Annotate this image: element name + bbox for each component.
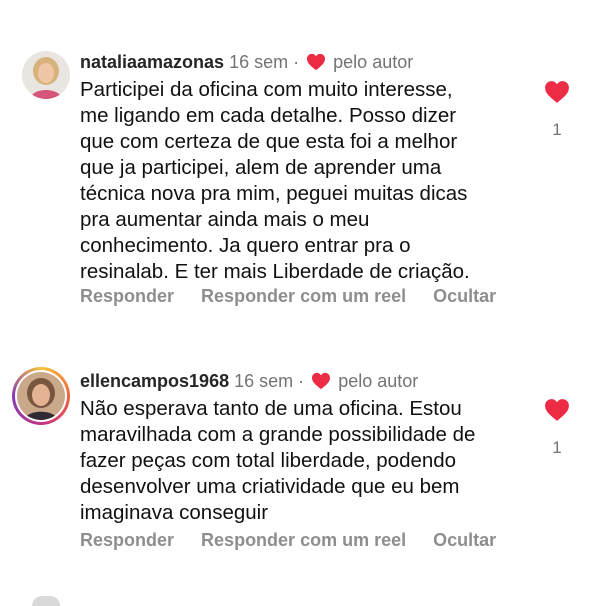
hide-button[interactable]: Ocultar xyxy=(433,286,496,306)
comment-text: Participei da oficina com muito interess… xyxy=(80,78,470,283)
like-count: 1 xyxy=(552,120,562,139)
comment-meta: nataliaamazonas 16 sem · pelo autor xyxy=(80,51,413,76)
timestamp: 16 sem xyxy=(234,371,294,391)
like-count: 1 xyxy=(552,438,562,457)
author-like-label: pelo autor xyxy=(333,52,414,72)
heart-icon xyxy=(544,81,570,108)
story-ring[interactable] xyxy=(12,367,70,425)
comment-item: nataliaamazonas 16 sem · pelo autor Part… xyxy=(0,0,600,320)
reply-button[interactable]: Responder xyxy=(80,530,174,550)
comment-text: Não esperava tanto de uma oficina. Estou… xyxy=(80,397,476,524)
hide-button[interactable]: Ocultar xyxy=(433,530,496,550)
username[interactable]: ellencampos1968 xyxy=(80,371,229,391)
reply-with-reel-button[interactable]: Responder com um reel xyxy=(201,286,406,306)
avatar[interactable] xyxy=(17,372,65,420)
like-button[interactable] xyxy=(542,80,572,109)
heart-icon xyxy=(544,399,570,426)
author-like-label: pelo autor xyxy=(338,371,419,391)
avatar[interactable] xyxy=(22,51,70,99)
comment-actions: Responder Responder com um reel Ocultar xyxy=(80,285,518,307)
username[interactable]: nataliaamazonas xyxy=(80,52,224,72)
comment-meta: ellencampos1968 16 sem · pelo autor xyxy=(80,370,418,395)
heart-icon xyxy=(306,53,326,76)
next-comment-avatar xyxy=(32,596,60,606)
timestamp: 16 sem xyxy=(229,52,289,72)
meta-separator: · xyxy=(298,371,305,391)
heart-icon xyxy=(311,372,331,395)
reply-with-reel-button[interactable]: Responder com um reel xyxy=(201,530,406,550)
comment-actions: Responder Responder com um reel Ocultar xyxy=(80,529,518,551)
reply-button[interactable]: Responder xyxy=(80,286,174,306)
meta-separator: · xyxy=(293,52,300,72)
like-button[interactable] xyxy=(542,398,572,427)
